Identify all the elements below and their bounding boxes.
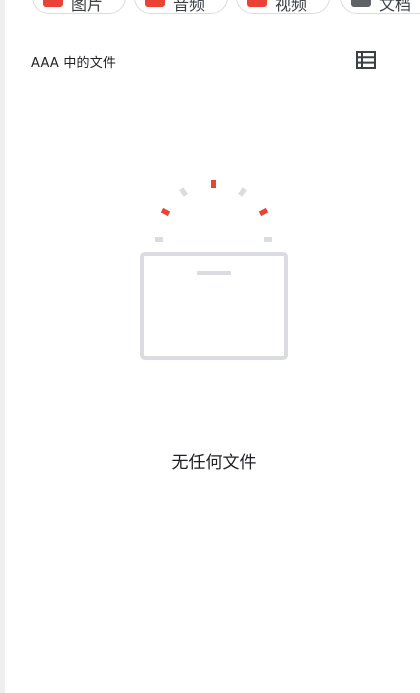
list-view-icon: [356, 51, 376, 69]
filter-chip-label: 音频: [173, 0, 206, 14]
filter-chip-row: 图片 音频 视频 文档: [0, 0, 420, 16]
video-icon: [247, 0, 267, 7]
audio-icon: [145, 0, 165, 7]
empty-state-message: 无任何文件: [171, 453, 257, 473]
filter-chip-video[interactable]: 视频: [236, 0, 330, 14]
left-edge-divider: [0, 0, 5, 693]
filter-chip-label: 视频: [275, 0, 308, 14]
filter-chip-audio[interactable]: 音频: [134, 0, 228, 14]
document-icon: [351, 0, 371, 7]
section-title: AAA 中的文件: [31, 56, 117, 71]
list-view-toggle-button[interactable]: [356, 51, 376, 69]
filter-chip-documents[interactable]: 文档: [340, 0, 420, 14]
empty-folder-icon: [140, 180, 288, 360]
filter-chip-label: 图片: [71, 0, 104, 14]
empty-state-illustration: [130, 172, 298, 367]
filter-chip-label: 文档: [379, 0, 412, 14]
filter-chip-images[interactable]: 图片: [32, 0, 126, 14]
image-icon: [43, 0, 63, 7]
